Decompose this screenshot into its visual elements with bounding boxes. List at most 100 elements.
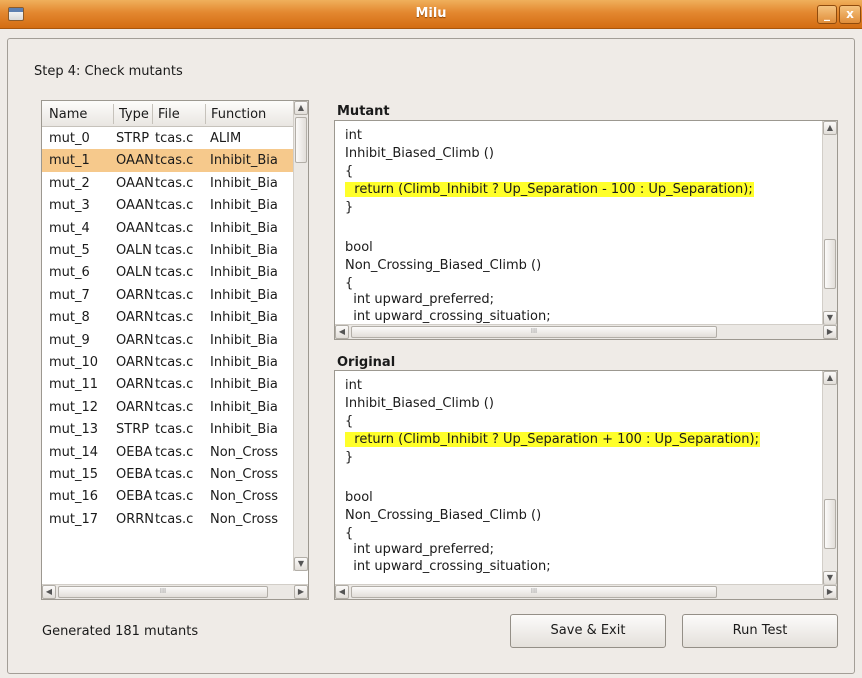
cell-file: tcas.c [155, 377, 194, 393]
table-row[interactable]: mut_6 OALN tcas.c Inhibit_Bia [42, 261, 294, 283]
list-hscroll-thumb[interactable]: III [58, 586, 268, 598]
cell-name: mut_10 [49, 355, 99, 370]
scroll-left-icon[interactable]: ◀ [42, 585, 56, 599]
table-row[interactable]: mut_3 OAAN tcas.c Inhibit_Bia [42, 194, 294, 216]
original-scroll-thumb[interactable] [824, 499, 836, 549]
cell-type: OARN [116, 287, 154, 303]
table-row[interactable]: mut_9 OARN tcas.c Inhibit_Bia [42, 329, 294, 351]
mutant-code-view[interactable]: int Inhibit_Biased_Climb () { return (Clim… [334, 120, 838, 340]
mutant-horizontal-scrollbar[interactable]: ◀ III ▶ [335, 324, 837, 339]
code-line: Inhibit_Biased_Climb () [345, 396, 494, 411]
cell-function: Inhibit_Bia [210, 220, 278, 236]
original-horizontal-scrollbar[interactable]: ◀ III ▶ [335, 584, 837, 599]
scroll-up-icon[interactable]: ▲ [823, 121, 837, 135]
cell-name: mut_4 [49, 220, 90, 236]
original-hscroll-thumb[interactable]: III [351, 586, 717, 598]
list-scroll-thumb[interactable] [295, 117, 307, 163]
cell-file: tcas.c [155, 243, 194, 258]
code-line: { [345, 164, 354, 179]
cell-function: Non_Cross [210, 467, 279, 482]
cell-function: Inhibit_Bia [210, 377, 278, 393]
column-header-type[interactable]: Type [119, 107, 149, 122]
cell-type: OAAN [116, 153, 154, 169]
cell-type: OARN [116, 377, 154, 393]
cell-file: tcas.c [155, 310, 194, 326]
cell-file: tcas.c [155, 175, 194, 191]
table-row[interactable]: mut_17 ORRN tcas.c Non_Cross [42, 508, 294, 530]
scroll-right-icon[interactable]: ▶ [823, 585, 837, 599]
table-row[interactable]: mut_16 OEBA tcas.c Non_Cross [42, 485, 294, 507]
cell-type: OARN [116, 355, 154, 370]
cell-function: Inhibit_Bia [210, 399, 278, 415]
title-bar[interactable]: Milu _ x [0, 0, 862, 29]
mutant-scroll-thumb[interactable] [824, 239, 836, 289]
run-test-button[interactable]: Run Test [682, 614, 838, 648]
code-line: int [345, 128, 362, 143]
table-row[interactable]: mut_1 OAAN tcas.c Inhibit_Bia [42, 149, 294, 172]
cell-function: Inhibit_Bia [210, 287, 278, 303]
save-exit-button[interactable]: Save & Exit [510, 614, 666, 648]
table-row[interactable]: mut_2 OAAN tcas.c Inhibit_Bia [42, 172, 294, 194]
cell-type: STRP [116, 131, 150, 146]
cell-file: tcas.c [155, 444, 194, 460]
table-row[interactable]: mut_4 OAAN tcas.c Inhibit_Bia [42, 217, 294, 239]
scroll-left-icon[interactable]: ◀ [335, 585, 349, 599]
minimize-button[interactable]: _ [817, 5, 837, 24]
mutant-code-area[interactable]: int Inhibit_Biased_Climb () { return (Clim… [335, 121, 823, 325]
mutant-list[interactable]: Name Type File Function mut_0 STRP tcas.c A… [41, 100, 309, 600]
scroll-down-icon[interactable]: ▼ [823, 571, 837, 585]
cell-file: tcas.c [155, 265, 194, 281]
table-row[interactable]: mut_5 OALN tcas.c Inhibit_Bia [42, 239, 294, 261]
code-line: Non_Crossing_Biased_Climb () [345, 258, 542, 273]
list-vertical-scrollbar[interactable]: ▲ ▼ [293, 101, 308, 571]
table-row[interactable]: mut_11 OARN tcas.c Inhibit_Bia [42, 373, 294, 395]
cell-function: ALIM [210, 131, 242, 146]
list-horizontal-scrollbar[interactable]: ◀ III ▶ [42, 584, 308, 599]
original-vertical-scrollbar[interactable]: ▲ ▼ [822, 371, 837, 585]
scroll-up-icon[interactable]: ▲ [823, 371, 837, 385]
cell-name: mut_7 [49, 287, 90, 303]
cell-function: Inhibit_Bia [210, 355, 278, 370]
table-row[interactable]: mut_10 OARN tcas.c Inhibit_Bia [42, 351, 294, 373]
code-line: { [345, 526, 354, 541]
cell-name: mut_17 [49, 511, 99, 527]
original-code-view[interactable]: int Inhibit_Biased_Climb () { return (Clim… [334, 370, 838, 600]
original-code-area[interactable]: int Inhibit_Biased_Climb () { return (Clim… [335, 371, 823, 585]
table-row[interactable]: mut_0 STRP tcas.c ALIM [42, 127, 294, 149]
column-header-file[interactable]: File [158, 107, 180, 122]
scroll-left-icon[interactable]: ◀ [335, 325, 349, 339]
column-header-function[interactable]: Function [211, 107, 266, 122]
code-line: Inhibit_Biased_Climb () [345, 146, 494, 161]
table-row[interactable]: mut_8 OARN tcas.c Inhibit_Bia [42, 306, 294, 328]
code-line: int upward_preferred; [345, 542, 494, 557]
cell-name: mut_16 [49, 489, 99, 505]
cell-type: OAAN [116, 198, 154, 214]
cell-name: mut_15 [49, 467, 99, 482]
scroll-right-icon[interactable]: ▶ [823, 325, 837, 339]
close-button[interactable]: x [839, 5, 861, 24]
cell-name: mut_9 [49, 332, 90, 348]
table-row[interactable]: mut_13 STRP tcas.c Inhibit_Bia [42, 418, 294, 440]
column-header-name[interactable]: Name [49, 107, 87, 122]
table-row[interactable]: mut_14 OEBA tcas.c Non_Cross [42, 441, 294, 463]
mutant-vertical-scrollbar[interactable]: ▲ ▼ [822, 121, 837, 325]
cell-name: mut_6 [49, 265, 90, 281]
table-row[interactable]: mut_7 OARN tcas.c Inhibit_Bia [42, 284, 294, 306]
cell-name: mut_5 [49, 243, 90, 258]
cell-type: OALN [116, 243, 152, 258]
scroll-up-icon[interactable]: ▲ [294, 101, 308, 115]
scroll-down-icon[interactable]: ▼ [823, 311, 837, 325]
scroll-down-icon[interactable]: ▼ [294, 557, 308, 571]
cell-type: OEBA [116, 489, 153, 505]
mutant-hscroll-thumb[interactable]: III [351, 326, 717, 338]
code-line: { [345, 414, 354, 429]
table-row[interactable]: mut_12 OARN tcas.c Inhibit_Bia [42, 396, 294, 418]
cell-file: tcas.c [155, 332, 194, 348]
cell-file: tcas.c [155, 153, 194, 169]
cell-function: Inhibit_Bia [210, 243, 278, 258]
status-text: Generated 181 mutants [42, 624, 199, 639]
scroll-right-icon[interactable]: ▶ [294, 585, 308, 599]
cell-function: Non_Cross [210, 489, 279, 505]
cell-function: Inhibit_Bia [210, 332, 278, 348]
table-row[interactable]: mut_15 OEBA tcas.c Non_Cross [42, 463, 294, 485]
